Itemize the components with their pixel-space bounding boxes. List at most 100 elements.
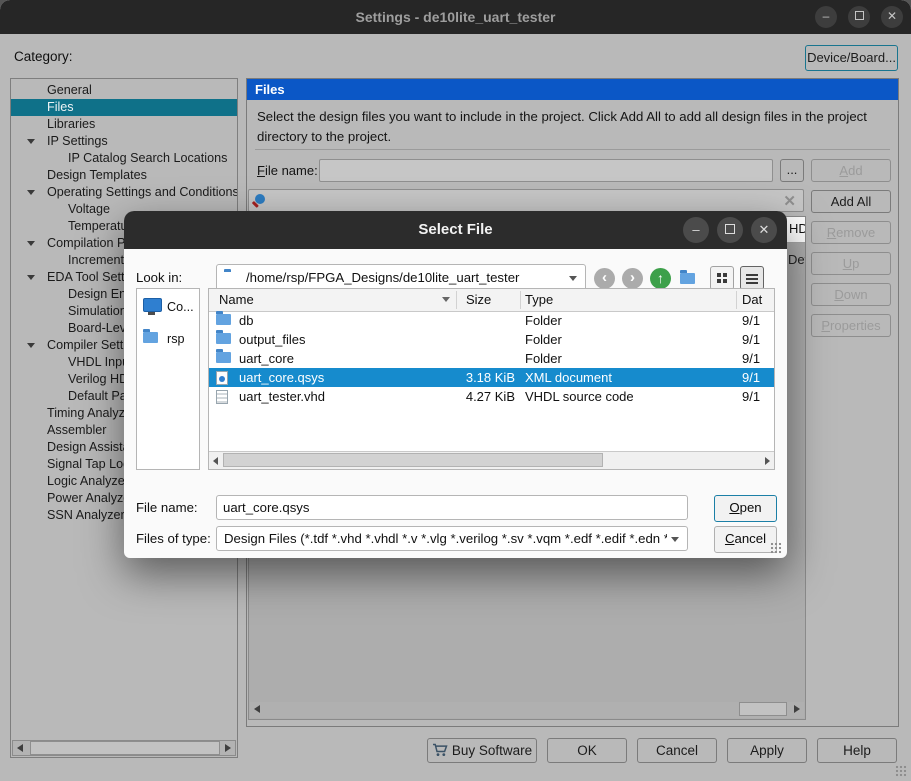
select-file-dialog: Select File – ✕ Look in: /home/rsp/FPGA_…: [124, 211, 787, 558]
sidebar-item-design-templates[interactable]: Design Templates: [11, 167, 237, 184]
filter-input[interactable]: ✕: [248, 189, 804, 212]
sidebar-item-ip-catalog-search-locations[interactable]: IP Catalog Search Locations: [11, 150, 237, 167]
places-sidebar: Co... rsp: [136, 288, 200, 470]
forward-button[interactable]: ›: [622, 268, 643, 289]
settings-window: Settings - de10lite_uart_tester – ✕ Cate…: [0, 0, 911, 781]
sort-descending-icon: [442, 297, 450, 302]
scrollbar-thumb[interactable]: [739, 702, 787, 716]
scroll-right-arrow[interactable]: [765, 457, 770, 465]
file-row[interactable]: uart_tester.vhd 4.27 KiB VHDL source cod…: [209, 387, 774, 406]
expander-icon[interactable]: [27, 343, 35, 348]
maximize-icon[interactable]: [717, 217, 743, 243]
separator: [255, 149, 890, 150]
grid-view-icon: [717, 273, 721, 277]
list-view-icon: [746, 274, 758, 276]
scroll-right-arrow[interactable]: [789, 702, 804, 716]
current-path: /home/rsp/FPGA_Designs/de10lite_uart_tes…: [246, 270, 519, 285]
file-row[interactable]: output_files Folder 9/1: [209, 330, 774, 349]
folder-icon: [216, 333, 231, 344]
cancel-button[interactable]: Cancel: [637, 738, 717, 763]
cart-icon: [432, 743, 448, 757]
folder-icon: [143, 332, 158, 343]
files-of-type-label: Files of type:: [136, 531, 211, 546]
tree-horizontal-scrollbar[interactable]: [12, 740, 236, 756]
device-board-button[interactable]: Device/Board...: [805, 45, 898, 71]
scroll-right-arrow[interactable]: [220, 741, 235, 755]
close-icon[interactable]: ✕: [751, 217, 777, 243]
properties-button[interactable]: Properties: [811, 314, 891, 337]
scrollbar-thumb[interactable]: [30, 741, 220, 755]
scrollbar-thumb[interactable]: [223, 453, 603, 467]
sidebar-item-ip-settings[interactable]: IP Settings: [11, 133, 237, 150]
minimize-icon[interactable]: –: [815, 6, 837, 28]
computer-icon: [143, 298, 162, 312]
search-icon: [255, 194, 265, 204]
back-button[interactable]: ‹: [594, 268, 615, 289]
scroll-left-arrow[interactable]: [213, 457, 218, 465]
open-button[interactable]: Open: [714, 495, 777, 522]
file-name-label: File name:: [257, 163, 318, 178]
place-computer[interactable]: Co...: [137, 295, 199, 321]
minimize-icon[interactable]: –: [683, 217, 709, 243]
expander-icon[interactable]: [27, 275, 35, 280]
add-all-button[interactable]: Add All: [811, 190, 891, 213]
expander-icon[interactable]: [27, 190, 35, 195]
table-header-fragment: HD: [789, 221, 806, 236]
window-titlebar: Settings - de10lite_uart_tester – ✕: [0, 0, 911, 34]
table-horizontal-scrollbar[interactable]: [250, 702, 804, 718]
column-header-date[interactable]: Dat: [742, 292, 762, 307]
ok-button[interactable]: OK: [547, 738, 627, 763]
column-header-name[interactable]: Name: [219, 292, 254, 307]
dialog-cancel-button[interactable]: Cancel: [714, 526, 777, 553]
column-header-size[interactable]: Size: [466, 292, 491, 307]
files-panel-title: Files: [247, 79, 898, 100]
file-list: Name Size Type Dat db Folder 9/1 output_…: [208, 288, 775, 470]
apply-button[interactable]: Apply: [727, 738, 807, 763]
chevron-down-icon: [569, 276, 577, 281]
file-row-selected[interactable]: uart_core.qsys 3.18 KiB XML document 9/1: [209, 368, 774, 387]
sidebar-item-files[interactable]: Files: [11, 99, 237, 116]
sidebar-item-operating-settings-and-conditions[interactable]: Operating Settings and Conditions: [11, 184, 237, 201]
file-name-input[interactable]: [216, 495, 688, 520]
expander-icon[interactable]: [27, 241, 35, 246]
scroll-left-arrow[interactable]: [13, 741, 28, 755]
add-button[interactable]: Add: [811, 159, 891, 182]
close-icon[interactable]: ✕: [881, 6, 903, 28]
column-header-type[interactable]: Type: [525, 292, 553, 307]
files-of-type-combobox[interactable]: Design Files (*.tdf *.vhd *.vhdl *.v *.v…: [216, 526, 688, 551]
detail-view-button[interactable]: [740, 266, 764, 290]
folder-icon: [216, 352, 231, 363]
file-name-label: File name:: [136, 500, 198, 515]
look-in-label: Look in:: [136, 270, 182, 285]
dialog-resize-grip[interactable]: [770, 542, 782, 554]
category-label: Category:: [14, 49, 73, 64]
files-panel-description: Select the design files you want to incl…: [257, 107, 887, 146]
file-row[interactable]: uart_core Folder 9/1: [209, 349, 774, 368]
sidebar-item-general[interactable]: General: [11, 82, 237, 99]
browse-button[interactable]: ...: [780, 159, 804, 182]
footer-buttons: Buy Software OK Cancel Apply Help: [427, 738, 897, 763]
sidebar-item-libraries[interactable]: Libraries: [11, 116, 237, 133]
folder-icon: [216, 314, 231, 325]
look-in-combobox[interactable]: /home/rsp/FPGA_Designs/de10lite_uart_tes…: [216, 264, 586, 291]
file-row[interactable]: db Folder 9/1: [209, 311, 774, 330]
expander-icon[interactable]: [27, 139, 35, 144]
dialog-titlebar: Select File – ✕: [124, 211, 787, 249]
file-name-input[interactable]: [319, 159, 773, 182]
text-file-icon: [216, 390, 228, 404]
new-folder-button[interactable]: [677, 268, 698, 289]
remove-button[interactable]: Remove: [811, 221, 891, 244]
up-button[interactable]: Up: [811, 252, 891, 275]
icon-view-button[interactable]: [710, 266, 734, 290]
up-directory-button[interactable]: ↑: [650, 268, 671, 289]
file-list-horizontal-scrollbar[interactable]: [209, 451, 774, 469]
help-button[interactable]: Help: [817, 738, 897, 763]
down-button[interactable]: Down: [811, 283, 891, 306]
clear-icon[interactable]: ✕: [783, 192, 796, 211]
maximize-icon[interactable]: [848, 6, 870, 28]
buy-software-button[interactable]: Buy Software: [427, 738, 537, 763]
scroll-left-arrow[interactable]: [250, 702, 265, 716]
place-rsp[interactable]: rsp: [137, 327, 199, 353]
window-resize-grip[interactable]: [895, 765, 907, 777]
qsys-file-icon: [216, 371, 228, 385]
